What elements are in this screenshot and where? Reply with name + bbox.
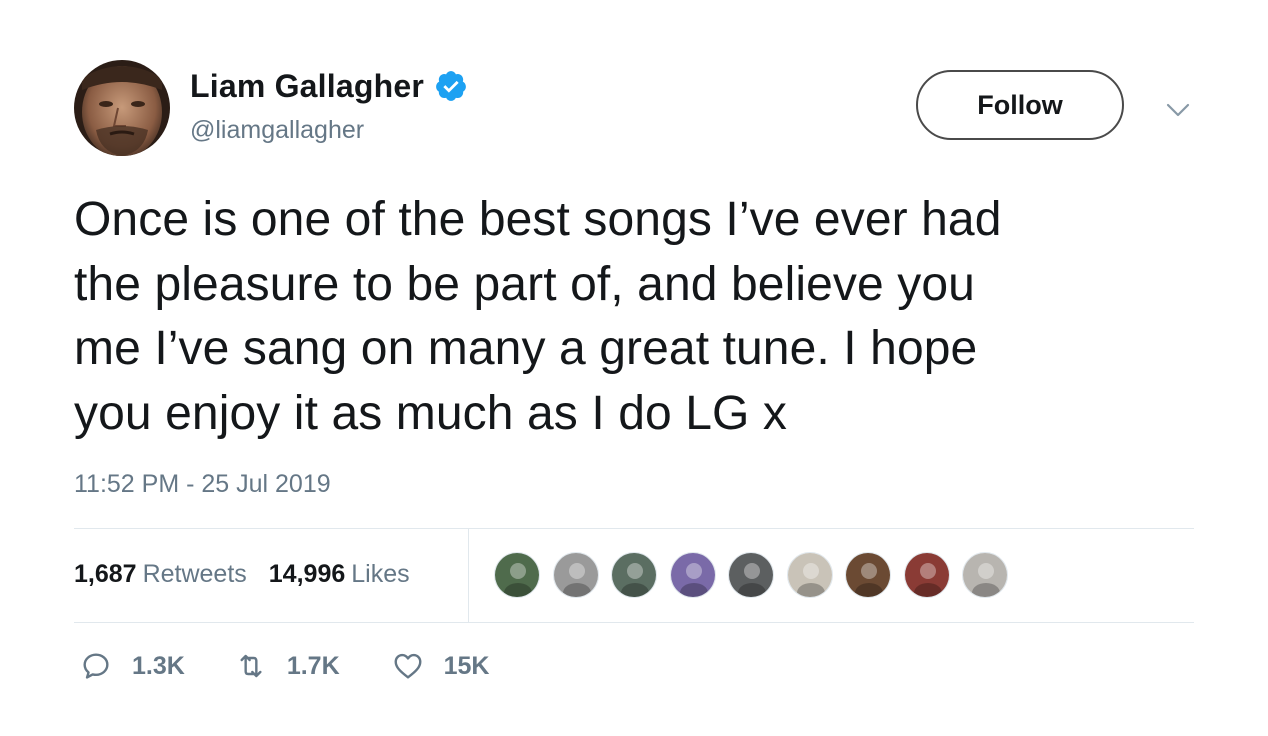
chevron-down-icon[interactable] <box>1164 96 1192 124</box>
liker-avatar-6[interactable] <box>786 552 833 598</box>
reply-button[interactable]: 1.3K <box>80 650 185 682</box>
likes-stat[interactable]: 14,996 Likes <box>269 560 410 589</box>
retweet-button[interactable]: 1.7K <box>235 650 340 682</box>
likers-avatars <box>494 552 1021 598</box>
reply-icon <box>83 653 109 679</box>
divider <box>74 622 1194 623</box>
liker-avatar-3[interactable] <box>611 552 657 598</box>
stats-divider <box>468 528 469 622</box>
divider <box>74 528 1194 529</box>
liker-avatar-8[interactable] <box>903 552 950 598</box>
liker-avatar-4[interactable] <box>669 552 716 598</box>
liker-avatar-1[interactable] <box>494 552 540 598</box>
tweet-timestamp[interactable]: 11:52 PM - 25 Jul 2019 <box>74 470 331 499</box>
likes-label: Likes <box>351 560 410 588</box>
tweet-text-line: you enjoy it as much as I do LG x <box>74 386 787 440</box>
liker-avatar-2[interactable] <box>552 552 599 598</box>
reply-count: 1.3K <box>132 651 185 680</box>
tweet-text-line: Once is one of the best songs I’ve ever … <box>74 193 1002 246</box>
retweets-stat[interactable]: 1,687 Retweets <box>74 560 247 589</box>
tweet-actions: 1.3K 1.7K 15K <box>80 646 490 686</box>
retweet-count: 1.7K <box>286 651 340 680</box>
author-display-name[interactable]: Liam Gallagher <box>190 68 424 105</box>
heart-icon <box>394 653 422 679</box>
author-avatar[interactable] <box>74 60 170 156</box>
verified-badge-icon <box>436 71 466 101</box>
liker-avatar-5[interactable] <box>728 552 774 598</box>
tweet-text: Once is one of the best songs I’ve ever … <box>74 188 1204 446</box>
retweets-label: Retweets <box>142 560 247 588</box>
like-count: 15K <box>443 651 490 680</box>
tweet-text-line: me I’ve sang on many a great tune. I hop… <box>74 322 978 375</box>
author-name-row[interactable]: Liam Gallagher <box>190 66 468 106</box>
liker-avatar-9[interactable] <box>962 552 1008 598</box>
retweet-icon <box>240 654 262 678</box>
author-handle[interactable]: @liamgallagher <box>190 116 364 145</box>
follow-button[interactable]: Follow <box>916 70 1124 140</box>
tweet-card: Liam Gallagher @liamgallagher Follow Onc… <box>0 0 1268 736</box>
likes-count: 14,996 <box>268 560 346 588</box>
retweets-count: 1,687 <box>74 560 137 588</box>
avatar-photo <box>74 60 170 156</box>
like-button[interactable]: 15K <box>392 650 490 682</box>
liker-avatar-7[interactable] <box>845 552 891 598</box>
tweet-stats: 1,687 Retweets 14,996 Likes <box>74 560 432 590</box>
tweet-text-line: the pleasure to be part of, and believe … <box>74 257 975 311</box>
